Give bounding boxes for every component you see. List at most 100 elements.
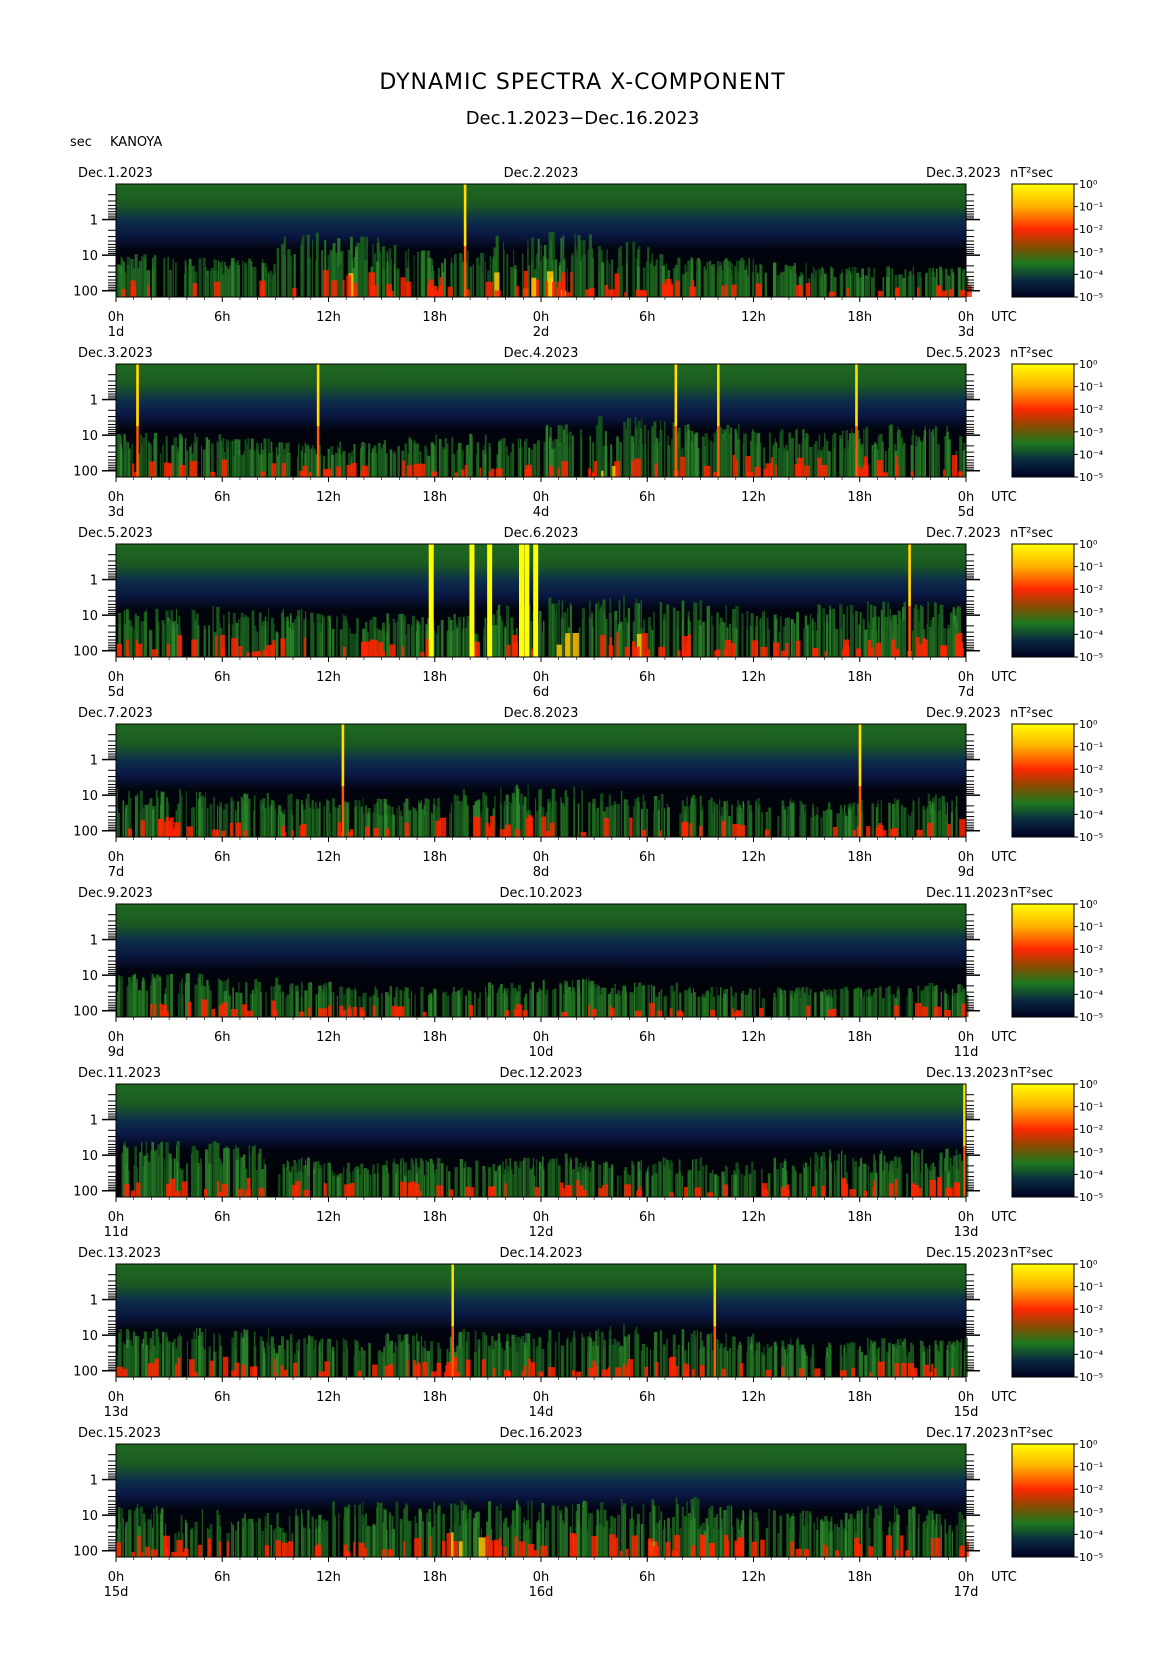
day-label: 5d — [108, 685, 125, 700]
activity-streak — [758, 1344, 761, 1377]
data-gap-spike — [469, 544, 475, 657]
activity-streak — [676, 1173, 679, 1197]
activity-streak — [907, 814, 909, 837]
activity-streak — [928, 267, 932, 297]
power-hotspot — [292, 288, 297, 297]
power-hotspot — [165, 816, 169, 837]
activity-streak — [369, 1174, 372, 1197]
activity-streak — [950, 812, 953, 837]
activity-streak — [463, 632, 465, 657]
activity-streak — [129, 625, 133, 657]
activity-streak — [773, 1157, 777, 1197]
power-hotspot — [895, 288, 900, 297]
activity-streak — [692, 1159, 694, 1197]
day-label: 1d — [108, 325, 125, 340]
spectrogram-panel-2 — [102, 363, 1078, 482]
x-tick-label: 18h — [847, 850, 872, 865]
x-tick-label: 0h — [533, 1210, 550, 1225]
activity-streak — [624, 987, 627, 1017]
activity-streak — [396, 1164, 399, 1197]
activity-streak — [533, 443, 537, 477]
activity-streak — [589, 628, 591, 657]
activity-streak — [911, 630, 914, 657]
activity-streak — [446, 630, 449, 657]
power-hotspot — [283, 832, 287, 837]
activity-streak — [131, 986, 135, 1017]
activity-streak — [906, 995, 908, 1017]
power-hotspot — [131, 286, 137, 297]
activity-streak — [560, 797, 562, 837]
x-tick-label: 0h — [533, 850, 550, 865]
activity-streak — [751, 1161, 754, 1197]
power-hotspot — [956, 1183, 960, 1197]
activity-streak — [928, 983, 932, 1017]
x-tick-label: 0h — [108, 1210, 125, 1225]
power-hotspot — [187, 1001, 192, 1017]
activity-streak — [917, 441, 920, 477]
power-hotspot — [806, 1005, 811, 1017]
power-hotspot — [662, 281, 666, 297]
power-hotspot — [464, 464, 468, 477]
activity-streak — [552, 1158, 556, 1197]
power-hotspot — [675, 280, 680, 297]
activity-streak — [281, 991, 285, 1017]
y-tick-label: 1 — [90, 214, 98, 229]
activity-streak — [748, 993, 750, 1017]
colorbar-tick-label: 10⁻³ — [1079, 786, 1103, 799]
activity-streak — [516, 784, 519, 837]
x-tick-label: 0h — [108, 670, 125, 685]
power-hotspot — [821, 465, 828, 477]
power-hotspot — [229, 822, 233, 837]
activity-streak — [462, 1329, 466, 1377]
activity-streak — [909, 815, 912, 837]
power-hotspot — [168, 830, 174, 837]
colorbar-tick-label: 10⁻³ — [1079, 426, 1103, 439]
power-hotspot — [561, 461, 569, 477]
activity-streak — [326, 799, 329, 837]
activity-streak — [555, 446, 558, 477]
activity-streak — [118, 979, 121, 1017]
activity-streak — [336, 995, 338, 1017]
activity-streak — [748, 805, 752, 837]
activity-streak — [208, 631, 210, 657]
power-hotspot — [271, 1000, 276, 1017]
activity-streak — [863, 992, 865, 1017]
activity-streak — [218, 613, 220, 657]
activity-streak — [841, 810, 843, 837]
activity-streak — [296, 456, 298, 477]
activity-streak — [440, 619, 444, 657]
power-hotspot — [775, 464, 778, 477]
activity-streak — [796, 1337, 799, 1377]
power-hotspot — [318, 1008, 323, 1017]
activity-streak — [482, 253, 485, 297]
power-hotspot — [402, 460, 405, 477]
activity-streak — [253, 267, 257, 297]
power-hotspot — [616, 632, 619, 657]
power-hotspot — [947, 823, 951, 837]
power-hotspot — [587, 1004, 591, 1017]
activity-streak — [127, 984, 129, 1017]
activity-streak — [162, 444, 164, 477]
power-hotspot — [221, 830, 226, 837]
power-hotspot — [471, 1187, 475, 1197]
y-tick-label: 1 — [90, 934, 98, 949]
activity-streak — [332, 991, 335, 1017]
activity-streak — [122, 800, 124, 837]
activity-streak — [847, 990, 849, 1017]
power-hotspot — [565, 633, 571, 657]
power-hotspot — [342, 279, 345, 297]
activity-streak — [552, 989, 554, 1017]
panel-start-date: Dec.7.2023 — [78, 706, 153, 721]
power-hotspot — [552, 281, 556, 297]
power-hotspot — [346, 275, 351, 297]
colorbar — [1011, 543, 1075, 658]
activity-streak — [290, 613, 292, 657]
activity-streak — [194, 1145, 196, 1197]
activity-streak — [772, 262, 777, 297]
activity-streak — [520, 446, 523, 477]
activity-streak — [963, 1350, 966, 1377]
power-hotspot — [849, 1189, 857, 1197]
day-label: 7d — [958, 685, 975, 700]
activity-streak — [414, 994, 416, 1017]
thin-spike-core — [341, 724, 345, 787]
